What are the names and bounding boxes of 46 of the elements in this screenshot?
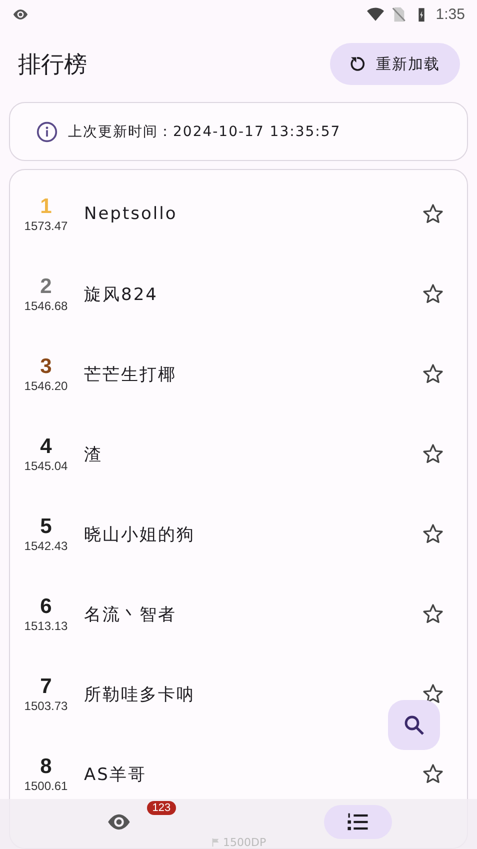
score: 1542.43 <box>24 539 68 553</box>
player-name: 所勒哇多卡呐 <box>83 684 196 706</box>
score: 1545.04 <box>24 459 68 473</box>
rank-number: 1 <box>40 195 52 219</box>
star-icon[interactable] <box>421 442 445 466</box>
wifi-icon <box>366 6 384 22</box>
rank-number: 4 <box>40 435 52 459</box>
page-title: 排行榜 <box>18 50 88 80</box>
player-name: 渣 <box>83 444 104 466</box>
score: 1503.73 <box>24 699 68 713</box>
star-icon[interactable] <box>421 682 445 706</box>
flag-icon <box>210 837 221 848</box>
score: 1546.20 <box>24 379 68 393</box>
clock: 1:35 <box>436 6 465 22</box>
player-name: 芒芒生打椰 <box>83 364 178 386</box>
reload-button[interactable]: 重新加载 <box>330 43 460 85</box>
no-sim-icon <box>390 6 407 22</box>
search-icon <box>402 713 426 737</box>
star-icon[interactable] <box>421 282 445 306</box>
player-name: 名流丶智者 <box>83 604 178 626</box>
player-name: 旋风824 <box>83 284 159 306</box>
nav-item[interactable] <box>324 805 392 839</box>
rank-number: 5 <box>40 515 52 539</box>
rank-number: 6 <box>40 595 52 619</box>
caption: 1500DP <box>210 836 266 849</box>
score: 1513.13 <box>24 619 68 633</box>
score: 1546.68 <box>24 299 68 313</box>
refresh-icon <box>348 55 366 73</box>
search-button[interactable] <box>388 700 440 750</box>
star-icon[interactable] <box>421 202 445 226</box>
score: 1573.47 <box>24 219 68 233</box>
rank-number: 2 <box>40 275 52 299</box>
star-icon[interactable] <box>421 522 445 546</box>
star-icon[interactable] <box>421 602 445 626</box>
player-name: AS羊哥 <box>83 764 148 786</box>
info-icon <box>36 120 58 142</box>
score: 1500.61 <box>24 779 68 793</box>
last-update-text: 上次更新时间：2024-10-17 13:35:57 <box>68 122 341 140</box>
star-icon[interactable] <box>421 762 445 786</box>
count-badge: 123 <box>147 801 176 815</box>
star-icon[interactable] <box>421 362 445 386</box>
player-name: Neptsollo <box>83 204 178 224</box>
rank-number: 7 <box>40 675 52 699</box>
player-name: 晓山小姐的狗 <box>83 524 196 546</box>
rank-number: 8 <box>40 755 52 779</box>
rank-number: 3 <box>40 355 52 379</box>
